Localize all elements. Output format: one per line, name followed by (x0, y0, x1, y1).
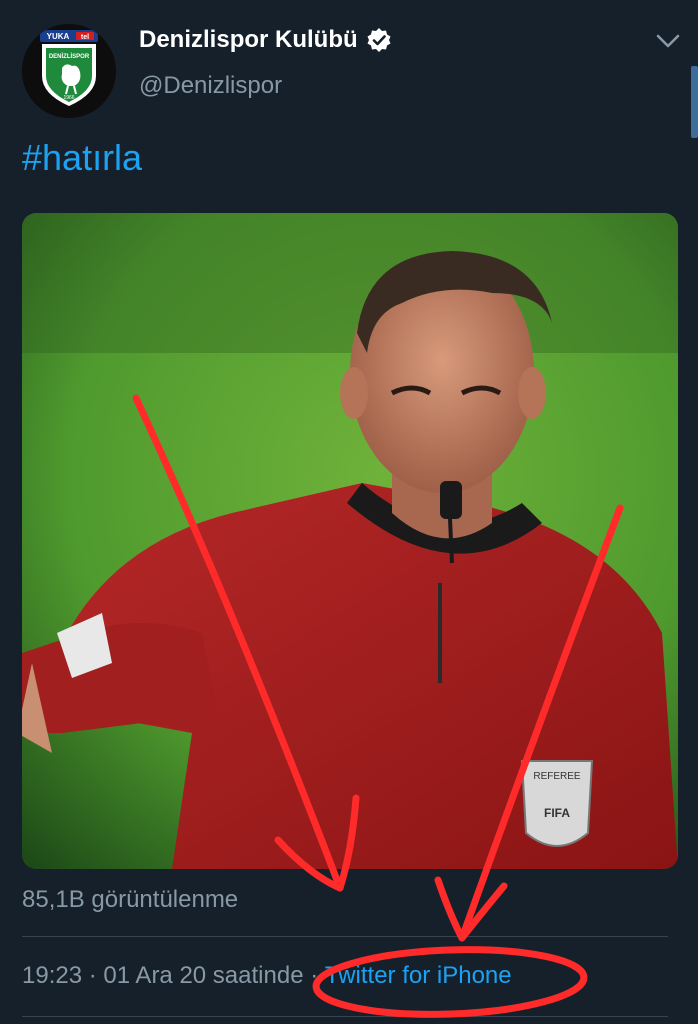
display-name-row[interactable]: Denizlispor Kulübü (139, 26, 392, 54)
svg-text:REFEREE: REFEREE (533, 771, 581, 782)
tweet-date-suffix: saatinde (206, 962, 304, 989)
svg-text:FIFA: FIFA (544, 806, 570, 820)
tweet-meta: 19:23 · 01 Ara 20 saatinde · Twitter for… (22, 962, 512, 990)
tweet-date[interactable]: 01 Ara 20 (103, 962, 206, 990)
svg-text:YUKA: YUKA (47, 32, 70, 41)
referee-photo: REFEREE FIFA (22, 213, 678, 869)
tweet-media[interactable]: REFEREE FIFA (22, 213, 678, 869)
svg-text:DENİZLİSPOR: DENİZLİSPOR (49, 53, 90, 60)
chevron-down-icon[interactable] (654, 30, 682, 52)
meta-separator: · (303, 962, 325, 989)
verified-badge-icon (367, 28, 391, 52)
tweet-time[interactable]: 19:23 (22, 962, 82, 990)
handle[interactable]: @Denizlispor (139, 72, 282, 100)
view-count[interactable]: 85,1B görüntülenme (22, 886, 238, 914)
arrow-right-head (434, 876, 508, 942)
svg-text:1966: 1966 (63, 95, 74, 101)
club-logo-icon: YUKA tel DENİZLİSPOR 1966 (22, 24, 116, 118)
scrollbar[interactable] (691, 66, 698, 138)
display-name[interactable]: Denizlispor Kulübü (139, 26, 358, 54)
divider (22, 1016, 668, 1017)
tweet-source-link[interactable]: Twitter for iPhone (325, 962, 512, 990)
divider (22, 936, 668, 937)
hashtag-link[interactable]: #hatırla (22, 137, 142, 179)
svg-text:tel: tel (81, 34, 89, 41)
meta-separator: · (82, 962, 104, 989)
avatar[interactable]: YUKA tel DENİZLİSPOR 1966 (22, 24, 116, 118)
